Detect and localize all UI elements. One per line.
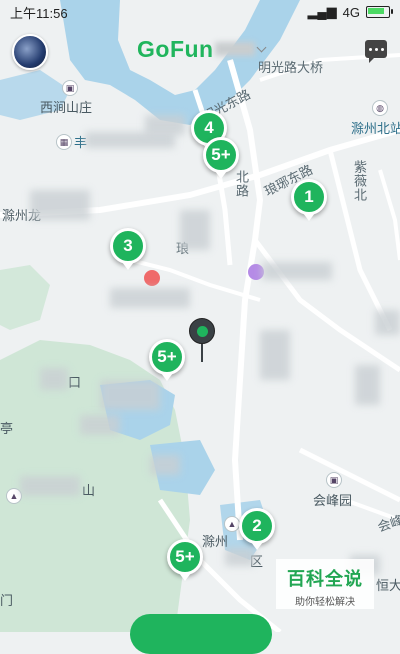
signal-icon: ▂▄▆ [307, 4, 337, 19]
poi-hospital-icon [144, 270, 160, 286]
mosaic-blur [260, 330, 290, 380]
mosaic-blur [40, 368, 68, 390]
label-heng: 恒大 [376, 578, 400, 593]
watermark-title: 百科全说 [287, 569, 363, 589]
message-icon[interactable] [365, 40, 387, 63]
car-cluster-marker[interactable]: 5+ [203, 137, 239, 173]
battery-icon [366, 6, 393, 18]
label-xijian-villa: 西涧山庄 [40, 100, 93, 115]
watermark: 百科全说 助你轻松解决 [276, 559, 374, 609]
car-cluster-marker[interactable]: 2 [239, 508, 275, 544]
watermark-subtitle: 助你轻松解决 [295, 597, 355, 608]
car-cluster-marker[interactable]: 1 [291, 179, 327, 215]
poi-building-icon: ▦ [56, 134, 72, 150]
poi-school-icon: ▲ [224, 516, 240, 532]
mosaic-blur [145, 115, 185, 135]
label-bei-road: 北路 [234, 170, 249, 198]
mosaic-blur [20, 476, 80, 496]
status-time: 上午11:56 [10, 5, 68, 21]
car-cluster-marker[interactable]: 5+ [167, 539, 203, 575]
label-men: 门 [0, 593, 14, 608]
map[interactable] [0, 0, 400, 632]
status-bar: 上午11:56 ▂▄▆ 4G [0, 0, 400, 24]
avatar[interactable] [12, 34, 48, 70]
city-selector-blur[interactable] [215, 42, 255, 56]
label-huifeng-garden: 会峰园 [313, 493, 353, 508]
label-shan: 山 [82, 483, 96, 498]
top-bar: GoFun [0, 30, 400, 76]
label-chuzhou-north-station: 滁州北站 [351, 121, 400, 136]
mosaic-blur [150, 455, 180, 475]
mosaic-blur [375, 310, 400, 335]
label-kou: 口 [68, 375, 82, 390]
bottom-action-button[interactable] [130, 614, 272, 654]
mosaic-blur [110, 288, 190, 308]
mosaic-blur [30, 190, 90, 220]
car-cluster-marker[interactable]: 3 [110, 228, 146, 264]
current-location-pin[interactable] [189, 318, 215, 362]
poi-garden-icon: ▣ [326, 472, 342, 488]
poi-villa-icon: ▣ [62, 80, 78, 96]
label-zijin: 紫薇北 [352, 160, 367, 202]
label-ting: 亭 [0, 421, 14, 436]
car-cluster-marker[interactable]: 5+ [149, 339, 185, 375]
network-type: 4G [342, 4, 360, 20]
mosaic-blur [100, 380, 160, 410]
mosaic-blur [225, 548, 255, 566]
mosaic-blur [262, 262, 332, 280]
chevron-down-icon[interactable] [256, 42, 267, 53]
poi-station-icon: ◍ [372, 100, 388, 116]
mosaic-blur [355, 365, 380, 405]
mosaic-blur [180, 210, 210, 250]
mosaic-blur [80, 415, 120, 435]
app-logo: GoFun [137, 36, 214, 62]
